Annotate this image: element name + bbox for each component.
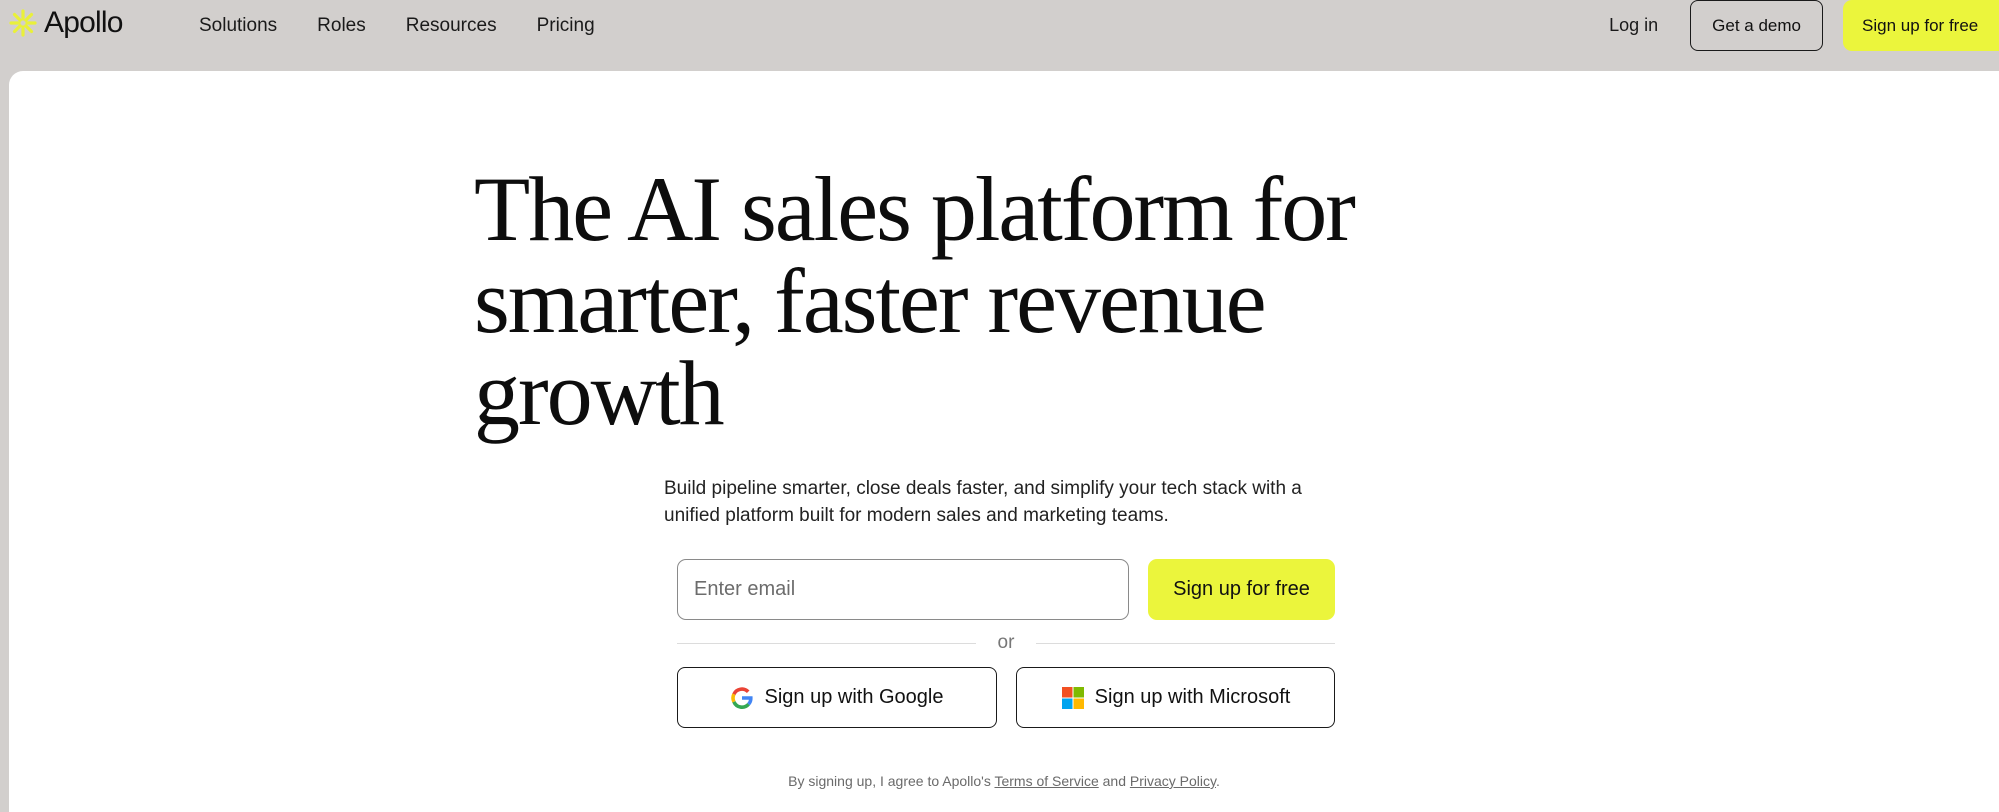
legal-prefix: By signing up, I agree to Apollo's	[788, 773, 991, 789]
main-content-card: The AI sales platform for smarter, faste…	[9, 71, 1999, 812]
terms-of-service-link[interactable]: Terms of Service	[994, 773, 1098, 789]
get-demo-button[interactable]: Get a demo	[1690, 0, 1823, 51]
logo-wordmark: Apollo	[44, 6, 123, 39]
nav-link-resources[interactable]: Resources	[406, 13, 497, 39]
legal-suffix: .	[1215, 773, 1220, 789]
email-input[interactable]	[677, 559, 1129, 620]
nav-link-roles[interactable]: Roles	[317, 13, 366, 39]
nav-link-pricing[interactable]: Pricing	[537, 13, 595, 39]
apollo-logo-link[interactable]: Apollo	[8, 6, 123, 40]
nav-link-solutions[interactable]: Solutions	[199, 13, 277, 39]
hero-headline: The AI sales platform for smarter, faste…	[474, 158, 1356, 444]
legal-notice: By signing up, I agree to Apollo's Terms…	[9, 773, 1999, 789]
privacy-policy-link[interactable]: Privacy Policy	[1130, 773, 1216, 789]
google-signup-button[interactable]: Sign up with Google	[677, 667, 997, 728]
main-nav: Solutions Roles Resources Pricing	[199, 13, 595, 39]
legal-and: and	[1102, 773, 1126, 789]
google-signup-label: Sign up with Google	[764, 686, 944, 708]
or-divider: or	[677, 632, 1335, 654]
microsoft-signup-button[interactable]: Sign up with Microsoft	[1016, 667, 1335, 728]
top-navigation: Apollo Solutions Roles Resources Pricing…	[0, 0, 1999, 60]
hero-subheadline: Build pipeline smarter, close deals fast…	[664, 478, 1302, 526]
nav-signup-button[interactable]: Sign up for free	[1843, 0, 1999, 51]
microsoft-icon	[1061, 686, 1084, 709]
microsoft-signup-label: Sign up with Microsoft	[1094, 686, 1291, 708]
google-icon	[731, 686, 754, 709]
apollo-logo-icon	[9, 9, 37, 37]
divider-line-right	[1036, 643, 1335, 644]
hero-signup-button[interactable]: Sign up for free	[1148, 559, 1335, 620]
nav-actions: Log in Get a demo Sign up for free	[1609, 0, 1999, 51]
login-link[interactable]: Log in	[1609, 15, 1658, 36]
